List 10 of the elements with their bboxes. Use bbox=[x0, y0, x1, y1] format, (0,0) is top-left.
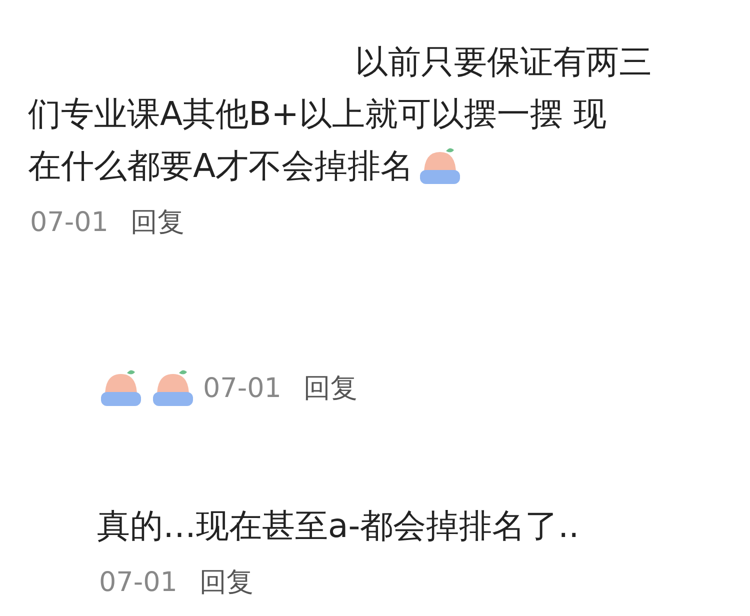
comment-text: 真的…现在甚至a-都会掉排名了.. bbox=[97, 505, 580, 547]
comment-date: 07-01 bbox=[203, 372, 282, 404]
reply-link[interactable]: 回复 bbox=[199, 564, 254, 600]
comment-text: 以前只要保证有两三 bbox=[355, 41, 652, 83]
comment-text: 们专业课A其他B+以上就可以摆一摆 现 bbox=[28, 93, 606, 135]
reply-link[interactable]: 回复 bbox=[130, 204, 184, 240]
reply-link[interactable]: 回复 bbox=[303, 370, 358, 406]
comment-date: 07-01 bbox=[30, 206, 108, 238]
comment-text: 在什么都要A才不会掉排名 bbox=[28, 145, 414, 187]
comment-date: 07-01 bbox=[99, 566, 178, 598]
